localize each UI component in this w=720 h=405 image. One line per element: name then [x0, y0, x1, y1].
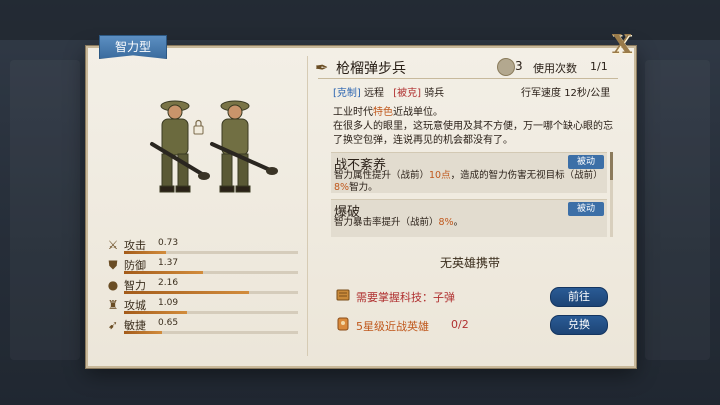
- stat-row-defense: ⛊ 防御 1.37: [104, 256, 304, 276]
- cost-value: 3: [515, 59, 523, 73]
- brain-icon: ●: [107, 278, 119, 292]
- stat-value: 2.16: [158, 278, 179, 288]
- scroll-thumb[interactable]: [610, 152, 613, 180]
- speed-label: 行军速度: [521, 88, 561, 99]
- unit-illustration: [150, 100, 278, 193]
- cost-icon: [497, 58, 515, 76]
- skills-list[interactable]: 战不紊养 被动 智力属性提升（战前）10点，造成的智力伤害无视目标（战前）8%智…: [331, 152, 612, 237]
- header-divider: [318, 78, 618, 79]
- soldier-figure: [159, 100, 191, 193]
- unit-description: 工业时代特色近战单位。 在很多人的眼里，这玩意使用及其不方便，万一哪个缺心眼的忘…: [333, 106, 613, 148]
- counter-tag: [克制]: [333, 88, 361, 99]
- grenade: [198, 172, 210, 180]
- card-icon: [337, 317, 349, 331]
- skill-desc-highlight: 8%: [334, 182, 350, 193]
- skill-desc-highlight: 8%: [438, 217, 454, 228]
- stat-bar: [124, 271, 298, 274]
- stat-bar-fill: [124, 271, 204, 274]
- skill-desc-text: 智力属性提升（战前）: [334, 170, 430, 181]
- skill-desc-text: 。: [453, 217, 464, 228]
- boot-icon: ➹: [107, 318, 119, 332]
- close-icon: X: [611, 30, 633, 60]
- stat-bar-fill: [124, 291, 250, 294]
- stat-bar: [124, 291, 298, 294]
- requirement-text: 需要掌握科技：子弹: [356, 291, 455, 304]
- counter-info: [克制] 远程 [被克] 骑兵: [333, 84, 444, 99]
- skill-description: 智力属性提升（战前）10点，造成的智力伤害无视目标（战前） 8%智力。: [334, 170, 604, 194]
- countered-value: 骑兵: [424, 88, 445, 99]
- uses-label: 使用次数: [533, 62, 577, 75]
- skill-type-badge: 被动: [568, 202, 604, 216]
- desc-highlight: 特色: [373, 107, 393, 118]
- stat-row-attack: ⚔ 攻击 0.73: [104, 236, 304, 256]
- stat-bar: [124, 331, 298, 334]
- tower-icon: ♜: [107, 298, 119, 312]
- sword-icon: ⚔: [107, 238, 119, 252]
- stat-row-siege: ♜ 攻城 1.09: [104, 296, 304, 316]
- skill-desc-text: 智力。: [349, 182, 378, 193]
- grenade: [266, 167, 278, 175]
- stat-bar-fill: [124, 311, 188, 314]
- scroll-icon: [336, 289, 350, 301]
- shield-icon: ⛊: [108, 258, 118, 272]
- stat-value: 0.73: [158, 238, 179, 248]
- stat-value: 1.09: [158, 298, 179, 308]
- stat-value: 0.65: [158, 318, 179, 328]
- stat-bar: [124, 311, 298, 314]
- stats-panel: ⚔ 攻击 0.73 ⛊ 防御 1.37 ● 智力 2.16 ♜ 攻城 1.09 …: [104, 236, 304, 336]
- stat-bar-fill: [124, 251, 167, 254]
- soldier-figure: [219, 100, 251, 193]
- skill-description: 智力暴击率提升（战前）8%。: [334, 217, 604, 229]
- skill-card: 战不紊养 被动 智力属性提升（战前）10点，造成的智力伤害无视目标（战前）8%智…: [331, 152, 607, 193]
- skill-desc-text: ，造成的智力伤害无视目标（战前）: [450, 170, 603, 181]
- skill-desc-highlight: 10点: [429, 170, 451, 181]
- skills-scrollbar[interactable]: [610, 152, 613, 237]
- stat-bar: [124, 251, 298, 254]
- close-button[interactable]: X: [607, 32, 637, 58]
- stat-row-intelligence: ● 智力 2.16: [104, 276, 304, 296]
- desc-text: 工业时代: [333, 107, 373, 118]
- stat-row-agility: ➹ 敏捷 0.65: [104, 316, 304, 336]
- stat-bar-fill: [124, 331, 162, 334]
- panel-divider: [307, 56, 308, 356]
- unit-name: 枪榴弹步兵: [336, 61, 406, 77]
- skill-desc-text: 智力暴击率提升（战前）: [334, 217, 439, 228]
- quill-icon: ✒: [315, 58, 329, 77]
- requirement-text: 5星级近战英雄: [356, 320, 429, 333]
- skill-type-badge: 被动: [568, 155, 604, 169]
- exchange-button[interactable]: 兑换: [550, 315, 608, 335]
- lock-icon: [193, 119, 204, 135]
- requirement-progress: 0/2: [451, 318, 469, 331]
- speed-value: 12秒/公里: [564, 88, 611, 99]
- march-speed: 行军速度 12秒/公里: [521, 84, 610, 99]
- desc-text: 近战单位。: [393, 107, 443, 118]
- goto-button[interactable]: 前往: [550, 287, 608, 307]
- skill-card: 爆破 被动 智力暴击率提升（战前）8%。: [331, 199, 607, 237]
- stat-value: 1.37: [158, 258, 179, 268]
- no-hero-text: 无英雄携带: [439, 256, 500, 270]
- uses-value: 1/1: [590, 60, 608, 73]
- countered-tag: [被克]: [393, 88, 421, 99]
- counter-value: 远程: [364, 88, 384, 99]
- desc-text: 在很多人的眼里，这玩意使用及其不方便，万一哪个缺心眼的忘了换空包弹，连说再见的机…: [333, 121, 613, 146]
